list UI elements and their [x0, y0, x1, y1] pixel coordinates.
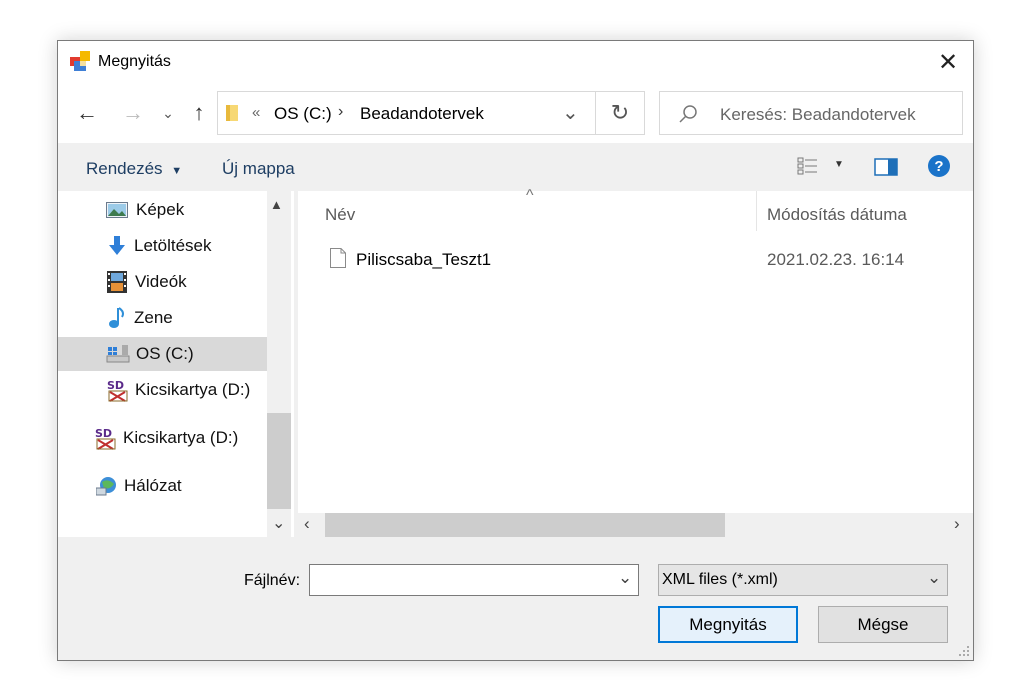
file-type-select[interactable]: XML files (*.xml) ⌄ [658, 564, 948, 596]
caret-down-icon: ▼ [171, 165, 183, 177]
column-header-modified[interactable]: Módosítás dátuma [767, 205, 907, 225]
sidebar-item-label: Kicsikartya (D:) [135, 380, 251, 399]
breadcrumb-drive[interactable]: OS (C:) [274, 104, 332, 124]
breadcrumb-folder[interactable]: Beadandotervek [360, 104, 484, 124]
sidebar-item-downloads[interactable]: Letöltések [58, 229, 267, 263]
sidebar-item-label: Videók [135, 272, 187, 291]
file-type-value: XML files (*.xml) [662, 571, 778, 588]
scroll-left-icon[interactable]: ‹ [304, 514, 310, 534]
arrow-right-icon: → [122, 100, 144, 125]
arrow-up-icon: ↑ [193, 100, 205, 125]
sidebar-item-label: Kicsikartya (D:) [123, 428, 239, 447]
sd-card-icon: SD [95, 427, 116, 450]
help-icon[interactable]: ? [928, 155, 950, 177]
window-title: Megnyitás [98, 53, 171, 70]
recent-locations-button[interactable]: ⌄ [158, 98, 178, 128]
up-button[interactable]: ↑ [184, 98, 214, 128]
sidebar-item-label: Hálózat [124, 476, 182, 495]
sidebar-item-music[interactable]: Zene [58, 301, 267, 335]
sidebar-item-sd-card[interactable]: SD Kicsikartya (D:) [58, 373, 267, 407]
open-button[interactable]: Megnyitás [658, 606, 798, 643]
svg-text:SD: SD [107, 379, 124, 392]
scroll-up-icon[interactable]: ▲ [270, 197, 283, 212]
arrow-left-icon: ← [76, 100, 98, 125]
folder-icon [226, 105, 238, 121]
refresh-icon: ↻ [610, 100, 630, 125]
pictures-icon [106, 202, 128, 218]
drive-icon [106, 345, 130, 363]
chevron-down-icon: ⌄ [162, 104, 174, 121]
filename-dropdown-icon[interactable]: ⌄ [618, 568, 632, 588]
music-note-icon [109, 307, 124, 328]
table-row[interactable]: Piliscsaba_Teszt1 2021.02.23. 16:14 [318, 241, 973, 275]
cancel-button[interactable]: Mégse [818, 606, 948, 643]
close-button[interactable]: ✕ [930, 47, 966, 77]
breadcrumb-overflow[interactable]: « [252, 104, 260, 121]
navigation-pane: Képek Letöltések Videók Zene OS (C:) SD … [58, 191, 294, 537]
organize-button[interactable]: Rendezés ▼ [86, 159, 182, 179]
sidebar-item-network[interactable]: Hálózat [58, 469, 267, 503]
resize-grip-icon[interactable] [958, 645, 970, 657]
column-header-name[interactable]: Név [325, 205, 355, 225]
command-toolbar: Rendezés ▼ Új mappa ▼ ? [58, 143, 973, 191]
file-list: ^ Név Módosítás dátuma Piliscsaba_Teszt1… [298, 187, 973, 513]
sidebar-item-os-drive[interactable]: OS (C:) [58, 337, 267, 371]
view-dropdown-icon[interactable]: ▼ [834, 159, 844, 170]
sidebar-scrollbar[interactable]: ▲ ⌄ [267, 191, 291, 537]
sd-card-icon: SD [107, 379, 128, 402]
app-icon [70, 51, 90, 71]
file-list-scrollbar[interactable]: ‹ › [298, 513, 973, 537]
close-icon: ✕ [937, 48, 959, 76]
address-dropdown-icon[interactable]: ⌄ [562, 100, 579, 125]
sort-indicator-icon: ^ [526, 187, 534, 204]
search-icon [679, 105, 697, 123]
file-type-dropdown-icon: ⌄ [927, 568, 942, 587]
file-icon [330, 248, 346, 268]
sidebar-item-label: OS (C:) [136, 344, 194, 363]
back-button[interactable]: ← [72, 98, 102, 128]
preview-pane-icon[interactable] [874, 158, 898, 176]
network-icon [96, 477, 116, 496]
scroll-right-icon[interactable]: › [954, 514, 960, 534]
open-file-dialog: Megnyitás ✕ ← → ⌄ ↑ « OS (C:) › Beadando… [57, 40, 974, 661]
sidebar-item-label: Zene [134, 308, 173, 327]
filename-field[interactable]: ⌄ [309, 564, 639, 596]
filename-label: Fájlnév: [244, 572, 301, 589]
sidebar-item-label: Letöltések [134, 236, 212, 255]
sidebar-item-pictures[interactable]: Képek [58, 193, 267, 227]
view-options-icon[interactable] [797, 156, 819, 176]
sidebar-item-label: Képek [136, 200, 185, 219]
column-divider[interactable] [756, 191, 757, 231]
new-folder-button[interactable]: Új mappa [222, 159, 295, 179]
file-modified: 2021.02.23. 16:14 [767, 250, 905, 269]
file-name: Piliscsaba_Teszt1 [356, 250, 492, 269]
sidebar-scroll-thumb[interactable] [267, 413, 291, 509]
search-box[interactable]: Keresés: Beadandotervek [659, 91, 963, 135]
sidebar-item-videos[interactable]: Videók [58, 265, 267, 299]
horizontal-scroll-thumb[interactable] [325, 513, 725, 537]
title-bar: Megnyitás ✕ [58, 41, 973, 85]
dialog-footer: Fájlnév: ⌄ XML files (*.xml) ⌄ Megnyitás… [58, 537, 973, 660]
scroll-down-icon[interactable]: ⌄ [272, 513, 285, 533]
sidebar-item-sd-card-root[interactable]: SD Kicsikartya (D:) [58, 421, 267, 455]
forward-button[interactable]: → [118, 98, 148, 128]
svg-text:SD: SD [95, 427, 112, 440]
breadcrumb-chevron-icon: › [338, 103, 344, 120]
search-placeholder[interactable]: Keresés: Beadandotervek [720, 105, 916, 125]
address-bar[interactable]: « OS (C:) › Beadandotervek ⌄ [217, 91, 596, 135]
refresh-button[interactable]: ↻ [595, 91, 645, 135]
videos-icon [107, 271, 127, 293]
download-arrow-icon [109, 236, 125, 255]
organize-label: Rendezés [86, 159, 163, 178]
